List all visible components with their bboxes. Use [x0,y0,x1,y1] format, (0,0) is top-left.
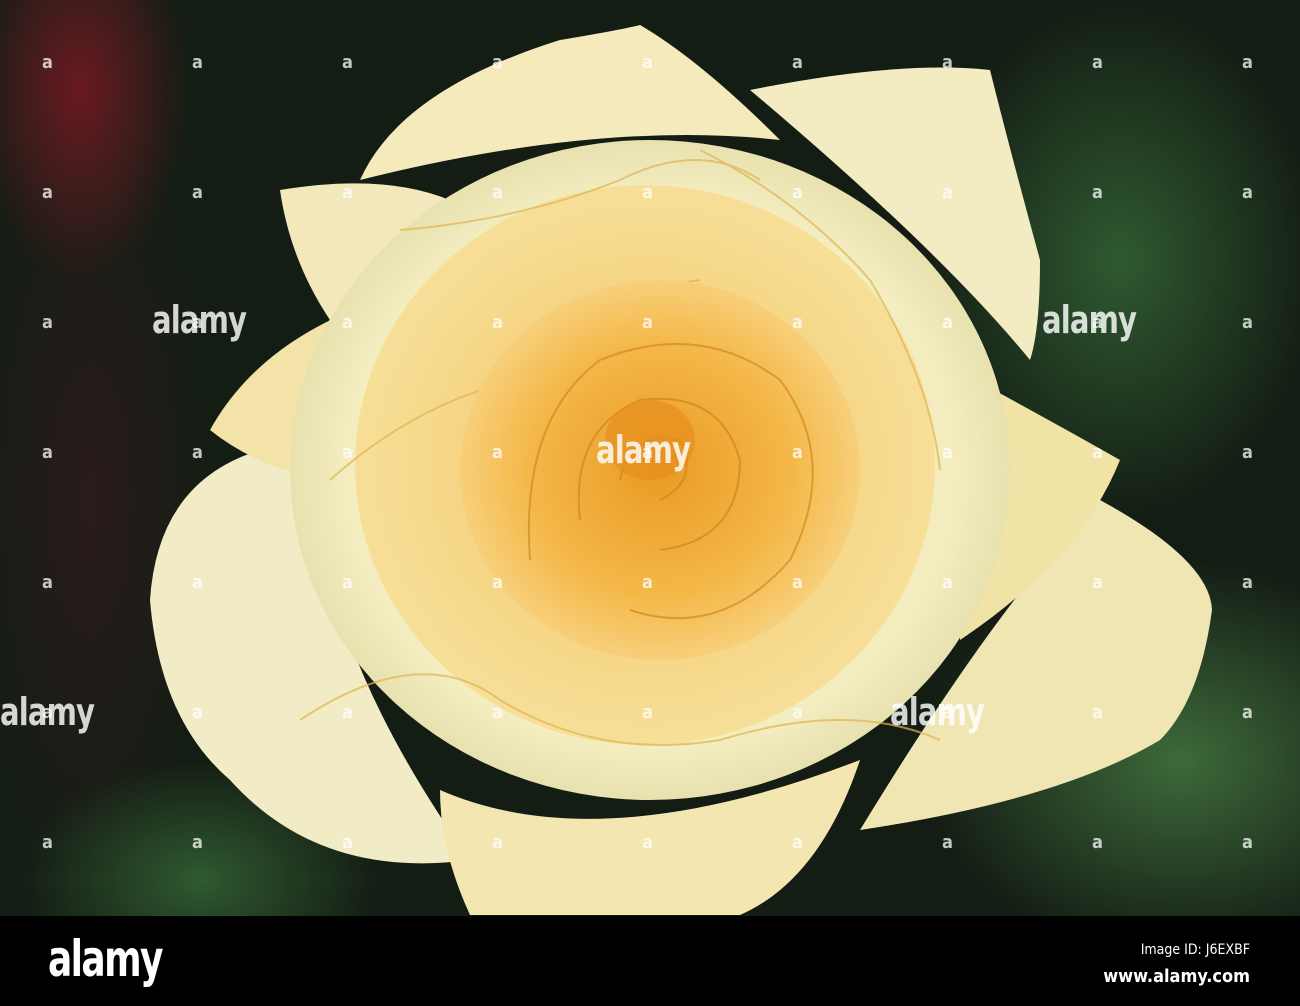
rose-photo: alamy alamy alamy alamy alamy aaaaaaaaaa… [0,0,1300,916]
watermark-mark: a [1092,312,1103,333]
watermark-mark: a [192,572,203,593]
watermark-mark: a [792,442,803,463]
watermark-mark: a [642,182,653,203]
watermark-mark: a [192,312,203,333]
watermark-mark: a [1092,182,1103,203]
watermark-mark: a [642,702,653,723]
watermark-mark: a [1242,572,1253,593]
watermark-mark: a [792,702,803,723]
watermark-mark: a [42,832,53,853]
footer-bar: alamy Image ID: J6EXBF www.alamy.com [0,916,1300,1006]
watermark-mark: a [42,52,53,73]
watermark-mark: a [192,832,203,853]
watermark-mark: a [492,312,503,333]
watermark-mark: a [192,702,203,723]
watermark-mark: a [342,52,353,73]
watermark-mark: a [492,52,503,73]
watermark-mark: a [342,572,353,593]
watermark-mark: a [942,182,953,203]
watermark-mark: a [42,702,53,723]
watermark-mark: a [1242,52,1253,73]
watermark-mark: a [42,442,53,463]
watermark-mark: a [1242,832,1253,853]
watermark-mark: a [792,572,803,593]
watermark-mark: a [192,52,203,73]
watermark-mark: a [492,702,503,723]
watermark-mark: a [942,702,953,723]
watermark-mark: a [342,832,353,853]
watermark-mark: a [1092,572,1103,593]
watermark-mark: a [492,572,503,593]
watermark-mark: a [792,832,803,853]
watermark-mark: a [942,52,953,73]
watermark-mark: a [642,832,653,853]
watermark-mark: a [492,832,503,853]
watermark-mark: a [342,312,353,333]
watermark-mark: a [342,442,353,463]
watermark-mark: a [792,312,803,333]
watermark-mark: a [1242,702,1253,723]
watermark-mark: a [942,442,953,463]
watermark-mark: a [342,702,353,723]
stock-photo: alamy alamy alamy alamy alamy aaaaaaaaaa… [0,0,1300,1006]
watermark-mark: a [942,572,953,593]
watermark-mark: a [792,52,803,73]
watermark-mark: a [1092,702,1103,723]
watermark-mark: a [1242,182,1253,203]
watermark-mark: a [1242,442,1253,463]
watermark-mark: a [42,312,53,333]
image-id: Image ID: J6EXBF [1140,942,1250,958]
watermark-mark: a [342,182,353,203]
watermark-mark: a [1092,832,1103,853]
website-url: www.alamy.com [1103,966,1250,987]
watermark-mark: a [1242,312,1253,333]
watermark-mark: a [942,832,953,853]
watermark-mark: a [942,312,953,333]
watermark-mark: a [642,442,653,463]
watermark-mark: a [1092,52,1103,73]
watermark-mark: a [1092,442,1103,463]
alamy-logo: alamy [48,930,163,988]
watermark-text: alamy [890,690,985,734]
watermark-mark: a [42,182,53,203]
watermark-mark: a [42,572,53,593]
watermark-mark: a [192,182,203,203]
watermark-mark: a [492,442,503,463]
watermark-mark: a [642,312,653,333]
watermark-mark: a [792,182,803,203]
watermark-mark: a [192,442,203,463]
watermark-mark: a [642,572,653,593]
watermark-mark: a [492,182,503,203]
watermark-mark: a [642,52,653,73]
watermark-text: alamy [1042,298,1137,342]
